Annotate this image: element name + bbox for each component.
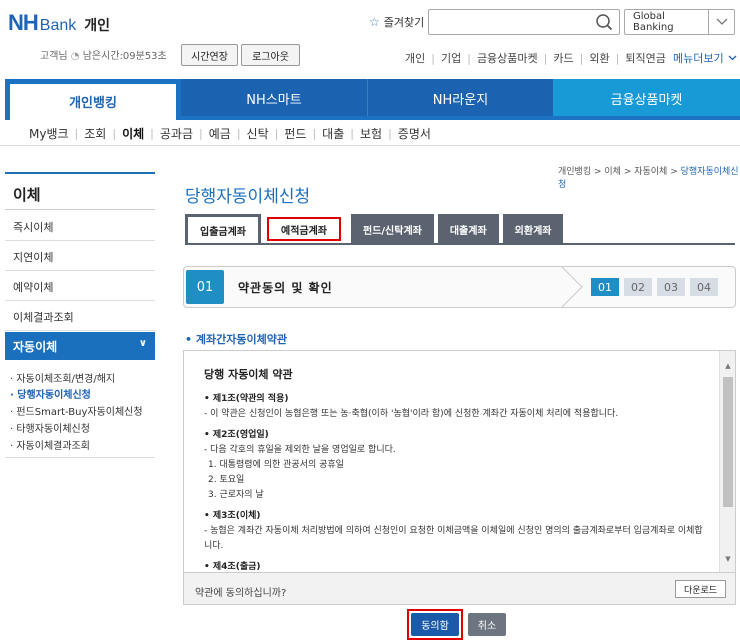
divider	[0, 145, 740, 146]
logo-nh: NH	[8, 10, 39, 35]
terms-doc-title: 당행 자동이체 약관	[204, 368, 293, 381]
chevron-down-icon: ∨	[138, 338, 147, 349]
terms-article-title: • 제3조(이체)	[204, 511, 261, 521]
terms-article-body: - 농협은 계좌간 자동이체 처리방법에 의하여 신청인이 요청한 이체금액을 …	[204, 526, 703, 551]
terms-article-title: • 제2조(영업일)	[204, 430, 269, 440]
top-link-market[interactable]: 금융상품마켓	[477, 50, 538, 66]
lnb-item-scheduled-transfer[interactable]: 예약이체	[5, 271, 155, 301]
lnb-sub-fund-smartbuy[interactable]: · 펀드Smart-Buy자동이체신청	[10, 403, 143, 418]
lnb-item-auto-transfer[interactable]: 자동이체 ∨	[5, 332, 155, 360]
terms-article-body: - 이 약관은 신청인이 농협은행 또는 농·축협(이하 '농협'이라 함)에 …	[204, 409, 619, 419]
cancel-button[interactable]: 취소	[468, 613, 506, 636]
search-box	[428, 9, 620, 35]
top-link-corporate[interactable]: 기업	[441, 50, 461, 66]
sub-nav-inquiry[interactable]: 조회	[84, 125, 106, 142]
global-banking-select[interactable]: Global Banking	[624, 9, 735, 35]
terms-list-item: 1. 대통령령에 의한 관공서의 공휴일	[208, 460, 344, 470]
gnb-tab-nh-lounge[interactable]: NH라운지	[367, 79, 553, 117]
tab-foreign-currency[interactable]: 외환계좌	[502, 214, 564, 244]
top-link-card[interactable]: 카드	[553, 50, 573, 66]
agree-button[interactable]: 동의함	[411, 613, 459, 636]
step-indicators: 01 02 03 04	[591, 278, 718, 296]
global-banking-label: Global Banking	[633, 11, 674, 33]
lnb-sub-auto-inquiry[interactable]: · 자동이체조회/변경/해지	[10, 370, 115, 385]
logo-bank: Bank	[39, 17, 77, 34]
scroll-thumb[interactable]	[723, 377, 733, 507]
download-button[interactable]: 다운로드	[675, 580, 726, 598]
gnb-tab-product-market[interactable]: 금융상품마켓	[553, 79, 740, 117]
logo-personal: 개인	[84, 18, 111, 34]
top-link-pension[interactable]: 퇴직연금	[625, 50, 665, 66]
lnb-sub-auto-result[interactable]: · 자동이체결과조회	[10, 437, 90, 452]
terms-article-title: • 제4조(출금)	[204, 562, 261, 572]
top-links: 개인 | 기업 | 금융상품마켓 | 카드 | 외환 | 퇴직연금	[405, 50, 666, 66]
top-link-personal[interactable]: 개인	[405, 50, 425, 66]
tab-deposit-withdrawal[interactable]: 입출금계좌	[185, 214, 261, 244]
terms-list-item: 2. 토요일	[208, 475, 245, 485]
step-indicator-3: 03	[657, 278, 685, 296]
scroll-down-icon[interactable]: ▼	[720, 552, 735, 566]
clock-icon: ◔	[70, 51, 80, 62]
terms-content: 당행 자동이체 약관 • 제1조(약관의 적용) - 이 약관은 신청인이 농협…	[204, 361, 704, 572]
remaining-time: 남은시간:09분53초	[82, 51, 167, 62]
extend-time-button[interactable]: 시간연장	[181, 44, 238, 66]
nh-bank-logo[interactable]: NH Bank 개인	[8, 10, 111, 35]
menu-more-button[interactable]: 메뉴더보기	[673, 50, 737, 66]
sub-nav-fund[interactable]: 펀드	[284, 125, 306, 142]
step-arrow-icon	[561, 266, 583, 308]
favorites-link[interactable]: ☆ 즐겨찾기	[369, 14, 424, 30]
sub-nav-trust[interactable]: 신탁	[247, 125, 269, 142]
current-step-number: 01	[186, 270, 224, 304]
terms-heading: • 계좌간자동이체약관	[185, 333, 287, 346]
sub-nav-utilities[interactable]: 공과금	[160, 125, 193, 142]
breadcrumb: 개인뱅킹 > 이체 > 자동이체 > 당행자동이체신청	[558, 167, 739, 190]
terms-article-body: - 다음 각호의 휴일을 제외한 날을 영업일로 합니다.	[204, 445, 396, 455]
lnb-title: 이체	[5, 172, 155, 210]
sub-nav-deposit[interactable]: 예금	[209, 125, 231, 142]
lnb-active-label: 자동이체	[13, 340, 58, 354]
lnb-item-transfer-result[interactable]: 이체결과조회	[5, 301, 155, 331]
scroll-up-icon[interactable]: ▲	[720, 359, 735, 373]
lnb-sub-other-bank-auto[interactable]: · 타행자동이체신청	[10, 420, 90, 435]
lnb-sub-own-bank-auto[interactable]: · 당행자동이체신청	[10, 386, 91, 401]
chevron-down-icon	[728, 55, 737, 61]
gnb-tab-personal-banking[interactable]: 개인뱅킹	[5, 79, 181, 119]
main-nav: 개인뱅킹 NH스마트 NH라운지 금융상품마켓	[5, 79, 740, 119]
terms-article-title: • 제1조(약관의 적용)	[204, 394, 289, 404]
terms-list-item: 3. 근로자의 날	[208, 490, 264, 500]
step-indicator-1: 01	[591, 278, 619, 296]
sub-nav: My뱅크 | 조회 | 이체 | 공과금 | 예금 | 신탁 | 펀드 | 대출 | 보험 | 증…	[29, 125, 431, 142]
favorites-label: 즐겨찾기	[383, 16, 425, 29]
tab-savings-account[interactable]: 예적금계좌	[267, 217, 341, 241]
search-icon[interactable]	[595, 13, 613, 31]
sub-nav-certificate[interactable]: 증명서	[398, 125, 431, 142]
lnb-item-instant-transfer[interactable]: 즉시이체	[5, 211, 155, 241]
page-title: 당행자동이체신청	[185, 187, 311, 207]
step-indicator-2: 02	[624, 278, 652, 296]
tabs-underline	[185, 243, 735, 245]
terms-scrollbar[interactable]: ▲ ▼	[719, 351, 735, 572]
chevron-down-icon	[708, 10, 734, 34]
agree-question: 약관에 동의하십니까?	[195, 588, 287, 599]
sub-nav-transfer[interactable]: 이체	[122, 125, 144, 142]
terms-box[interactable]: 당행 자동이체 약관 • 제1조(약관의 적용) - 이 약관은 신청인이 농협…	[183, 350, 736, 573]
session-info: 고객님 ◔ 남은시간:09분53초	[40, 47, 167, 62]
sub-nav-mybank[interactable]: My뱅크	[29, 125, 69, 142]
menu-more-label: 메뉴더보기	[673, 52, 724, 65]
search-input[interactable]	[433, 10, 593, 34]
divider	[5, 457, 155, 458]
account-tabs: 입출금계좌 예적금계좌 펀드/신탁계좌 대출계좌 외환계좌	[185, 214, 564, 244]
sub-nav-insurance[interactable]: 보험	[360, 125, 382, 142]
logout-button[interactable]: 로그아웃	[241, 44, 300, 66]
tab-fund-trust[interactable]: 펀드/신탁계좌	[351, 214, 434, 244]
user-greeting: 고객님	[40, 51, 68, 62]
top-link-foreign[interactable]: 외환	[589, 50, 609, 66]
tab-loan[interactable]: 대출계좌	[437, 214, 499, 244]
lnb-item-delayed-transfer[interactable]: 지연이체	[5, 241, 155, 271]
step-indicator-4: 04	[690, 278, 718, 296]
star-icon: ☆	[369, 15, 380, 29]
sub-nav-loan[interactable]: 대출	[322, 125, 344, 142]
gnb-tab-nh-smart[interactable]: NH스마트	[181, 79, 367, 117]
current-step-label: 약관동의 및 확인	[238, 281, 333, 295]
